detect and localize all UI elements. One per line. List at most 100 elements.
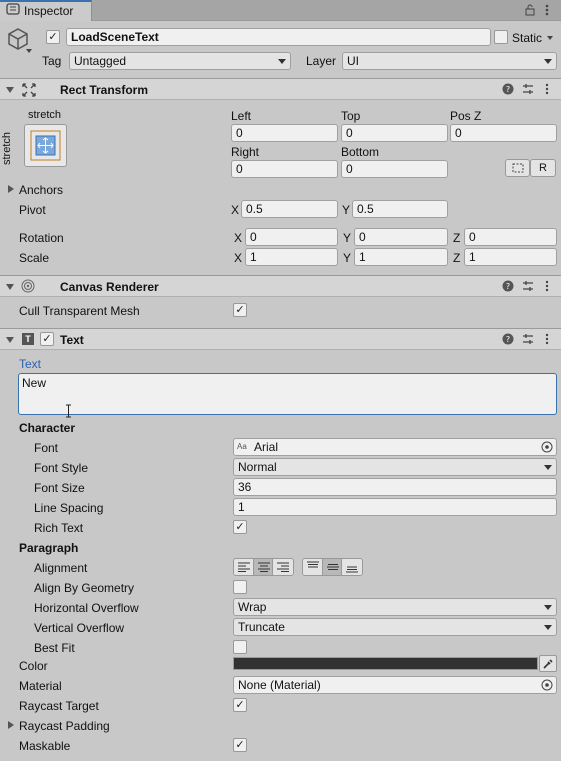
object-name-field[interactable]: LoadSceneText xyxy=(66,28,491,46)
presets-icon[interactable] xyxy=(522,83,534,95)
top-value: 0 xyxy=(346,126,353,140)
anchors-label[interactable]: Anchors xyxy=(19,183,63,197)
line-spacing-value: 1 xyxy=(238,500,245,514)
align-bottom-button[interactable] xyxy=(342,559,362,575)
align-center-button[interactable] xyxy=(253,559,274,575)
canvas-renderer-icon xyxy=(21,279,35,293)
text-area-value: New xyxy=(22,376,47,390)
vertical-alignment-group xyxy=(302,558,363,576)
horizontal-overflow-label: Horizontal Overflow xyxy=(34,601,139,615)
static-checkbox[interactable] xyxy=(494,30,508,44)
static-dropdown-icon[interactable] xyxy=(547,36,553,40)
rotation-y-input[interactable]: 0 xyxy=(354,228,448,246)
icon-dropdown-arrow-icon[interactable] xyxy=(26,49,32,53)
help-icon[interactable]: ? xyxy=(502,333,514,345)
scale-z-label: Z xyxy=(453,251,461,265)
eyedropper-icon xyxy=(543,659,553,669)
checkmark-glyph: ✓ xyxy=(48,31,58,43)
scale-z-input[interactable]: 1 xyxy=(464,248,557,266)
anchor-preset-left-label: stretch xyxy=(1,131,13,165)
rect-transform-title: Rect Transform xyxy=(60,83,149,97)
scale-y-input[interactable]: 1 xyxy=(354,248,448,266)
kebab-menu-icon[interactable] xyxy=(544,333,550,345)
rich-text-checkbox[interactable]: ✓ xyxy=(233,520,247,534)
help-icon[interactable]: ? xyxy=(502,83,514,95)
align-by-geometry-checkbox[interactable] xyxy=(233,580,247,594)
font-style-value: Normal xyxy=(238,460,277,474)
font-field[interactable]: Arial xyxy=(233,438,557,456)
scale-label: Scale xyxy=(19,251,50,265)
left-input[interactable]: 0 xyxy=(231,124,338,142)
kebab-menu-icon[interactable] xyxy=(544,3,550,17)
rotation-z-input[interactable]: 0 xyxy=(464,228,557,246)
raw-edit-button[interactable]: R xyxy=(530,159,556,177)
align-left-button[interactable] xyxy=(234,559,254,575)
raycast-target-checkbox[interactable]: ✓ xyxy=(233,698,247,712)
text-component-title: Text xyxy=(60,333,84,347)
chevron-down-icon xyxy=(544,465,552,470)
line-spacing-input[interactable]: 1 xyxy=(233,498,557,516)
canvas-renderer-title: Canvas Renderer xyxy=(60,280,159,294)
inspector-tab-label: Inspector xyxy=(24,4,74,18)
best-fit-checkbox[interactable] xyxy=(233,640,247,654)
cull-transparent-mesh-checkbox[interactable]: ✓ xyxy=(233,303,247,317)
top-input[interactable]: 0 xyxy=(341,124,448,142)
left-value: 0 xyxy=(236,126,243,140)
pivot-y-input[interactable]: 0.5 xyxy=(352,200,448,218)
horizontal-overflow-dropdown[interactable]: Wrap xyxy=(233,598,557,616)
align-middle-icon xyxy=(326,564,339,570)
raycast-padding-label[interactable]: Raycast Padding xyxy=(19,719,110,733)
lock-icon[interactable] xyxy=(525,4,535,16)
align-middle-button[interactable] xyxy=(322,559,343,575)
anchor-preset-button[interactable] xyxy=(24,124,67,167)
raycast-target-label: Raycast Target xyxy=(19,699,99,713)
font-size-input[interactable]: 36 xyxy=(233,478,557,496)
right-input[interactable]: 0 xyxy=(231,160,338,178)
layer-dropdown[interactable]: UI xyxy=(342,52,557,70)
color-swatch[interactable] xyxy=(233,657,538,670)
scale-x-input[interactable]: 1 xyxy=(245,248,338,266)
pivot-x-input[interactable]: 0.5 xyxy=(241,200,338,218)
align-right-button[interactable] xyxy=(273,559,293,575)
text-enabled-checkbox[interactable]: ✓ xyxy=(40,332,54,346)
scale-x-value: 1 xyxy=(250,250,257,264)
text-area[interactable]: New xyxy=(18,373,557,415)
eyedropper-button[interactable] xyxy=(539,655,557,672)
maskable-label: Maskable xyxy=(19,739,71,753)
checkmark-glyph: ✓ xyxy=(235,304,245,316)
rotation-y-label: Y xyxy=(343,231,352,245)
vertical-overflow-dropdown[interactable]: Truncate xyxy=(233,618,557,636)
presets-icon[interactable] xyxy=(522,280,534,292)
stretch-anchor-icon xyxy=(30,130,61,161)
font-label: Font xyxy=(34,441,59,455)
anchors-fold-arrow-icon[interactable] xyxy=(8,185,14,193)
presets-icon[interactable] xyxy=(522,333,534,345)
posz-input[interactable]: 0 xyxy=(450,124,557,142)
tag-dropdown[interactable]: Untagged xyxy=(69,52,291,70)
kebab-menu-icon[interactable] xyxy=(544,280,550,292)
object-picker-icon[interactable] xyxy=(541,679,553,691)
kebab-menu-icon[interactable] xyxy=(544,83,550,95)
align-top-button[interactable] xyxy=(303,559,323,575)
font-style-dropdown[interactable]: Normal xyxy=(233,458,557,476)
blueprint-mode-button[interactable] xyxy=(505,159,530,177)
alignment-label: Alignment xyxy=(34,561,88,575)
fold-arrow-icon[interactable] xyxy=(6,284,14,290)
chevron-down-icon xyxy=(544,605,552,610)
maskable-checkbox[interactable]: ✓ xyxy=(233,738,247,752)
help-icon[interactable]: ? xyxy=(502,280,514,292)
text-component-header[interactable] xyxy=(0,328,561,350)
fold-arrow-icon[interactable] xyxy=(6,337,14,343)
fold-arrow-icon[interactable] xyxy=(6,87,14,93)
best-fit-label: Best Fit xyxy=(34,641,75,655)
material-field[interactable]: None (Material) xyxy=(233,676,557,694)
blueprint-icon xyxy=(512,163,523,173)
gameobject-cube-icon xyxy=(8,28,28,50)
active-checkbox[interactable]: ✓ xyxy=(46,30,60,44)
rotation-x-input[interactable]: 0 xyxy=(245,228,338,246)
top-label: Top xyxy=(341,109,361,123)
object-picker-icon[interactable] xyxy=(541,441,553,453)
raycast-padding-fold-arrow-icon[interactable] xyxy=(8,721,14,729)
svg-text:?: ? xyxy=(506,282,510,291)
bottom-input[interactable]: 0 xyxy=(341,160,448,178)
